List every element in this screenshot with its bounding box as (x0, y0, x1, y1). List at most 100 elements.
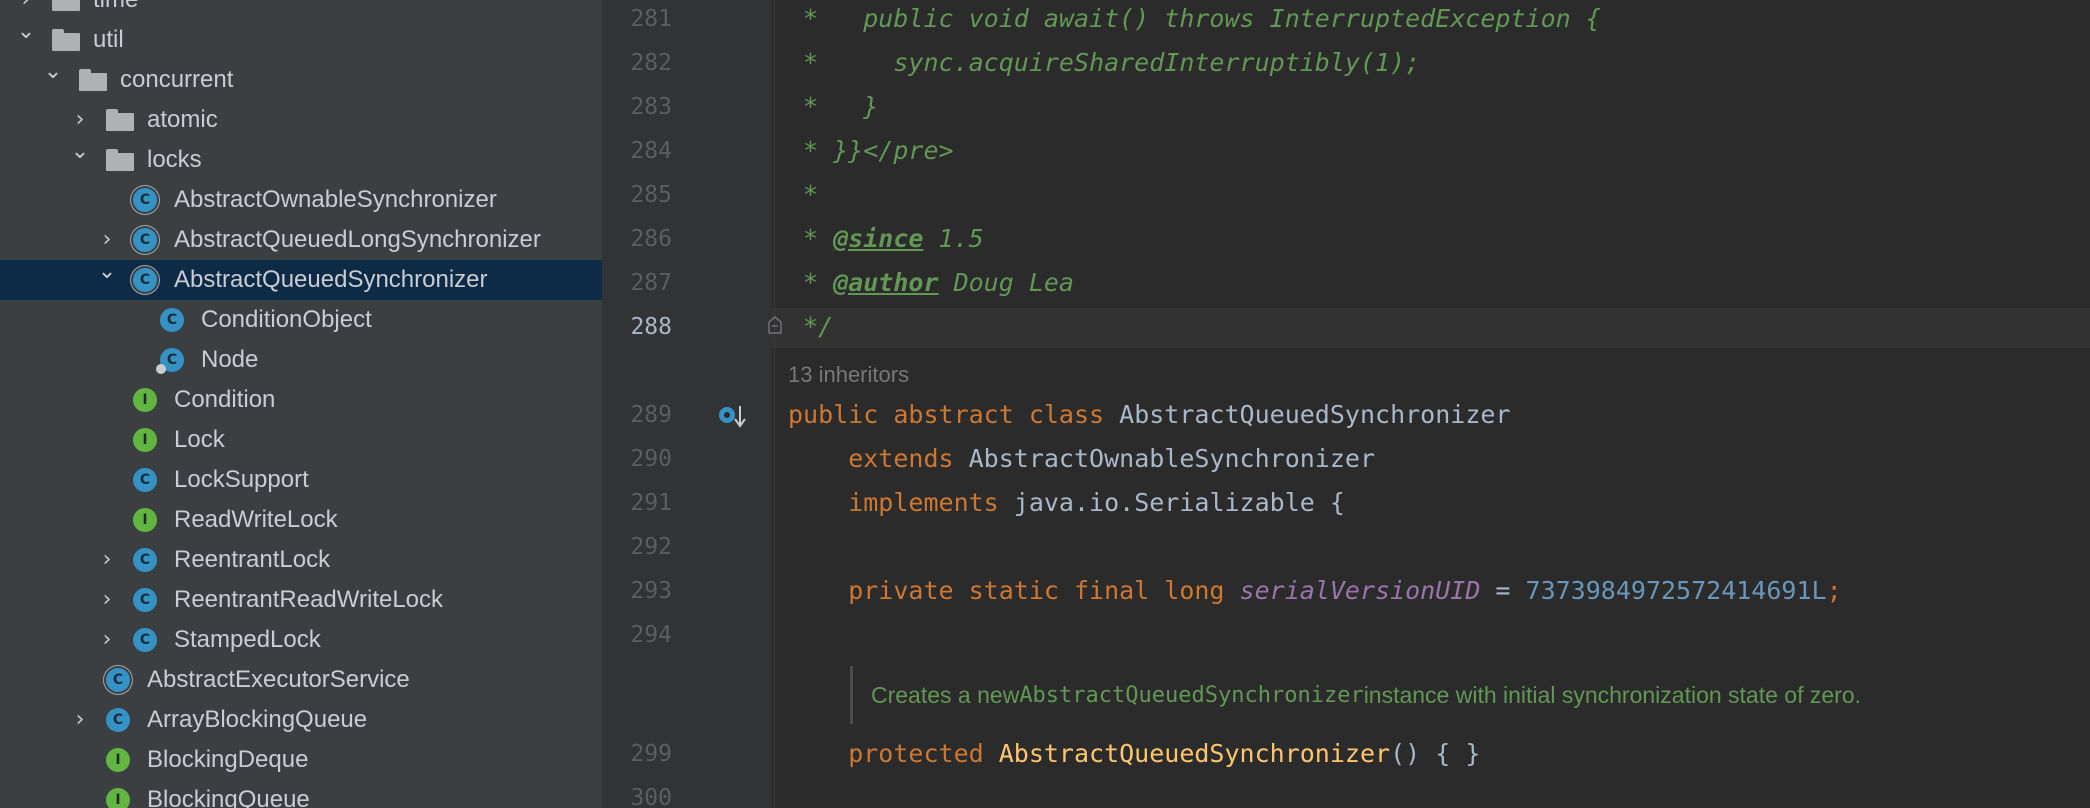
code-line: private static final long serialVersionU… (788, 576, 1842, 605)
tree-item[interactable]: › atomic (0, 100, 602, 140)
author-tag: @author (833, 268, 939, 297)
rendered-javadoc[interactable]: Creates a new AbstractQueuedSynchronizer… (850, 666, 1861, 724)
code-editor[interactable]: 281 282 283 284 285 286 287 288 289 290 … (602, 0, 2090, 808)
interface-icon: I (133, 428, 157, 452)
chevron-right-icon[interactable]: › (70, 709, 90, 731)
tree-item-label: AbstractExecutorService (147, 666, 410, 693)
inheritors-hint[interactable]: 13 inheritors (788, 362, 909, 388)
code-line: public abstract class AbstractQueuedSync… (788, 400, 1511, 429)
tree-item-label: ReadWriteLock (174, 506, 338, 533)
class-icon: C (106, 708, 130, 732)
chevron-right-icon[interactable]: › (70, 109, 90, 131)
chevron-down-icon[interactable]: ⌄ (97, 261, 117, 283)
tree-item-label: concurrent (120, 66, 234, 93)
gutter-separator (774, 0, 775, 808)
chevron-right-icon[interactable]: › (97, 549, 117, 571)
chevron-right-icon[interactable]: › (97, 629, 117, 651)
tree-item[interactable]: › C StampedLock (0, 620, 602, 660)
tree-item[interactable]: I ReadWriteLock (0, 500, 602, 540)
tree-item-label: atomic (147, 106, 218, 133)
chevron-right-icon[interactable]: › (97, 229, 117, 251)
tree-item-label: Lock (174, 426, 225, 453)
folder-icon (106, 149, 134, 171)
tree-item-label: BlockingDeque (147, 746, 309, 773)
project-tree[interactable]: › time ⌄ util ⌄ concurrent › atomic ⌄ locks C Abstr… (0, 0, 602, 808)
code-line: protected AbstractQueuedSynchronizer() {… (788, 739, 1481, 768)
tree-item-label: Node (201, 346, 259, 373)
since-tag: @since (833, 224, 924, 253)
chevron-down-icon[interactable]: ⌄ (16, 21, 36, 43)
class-name: AbstractQueuedSynchronizer (1119, 400, 1511, 429)
tree-item-label: StampedLock (174, 626, 321, 653)
implemented-down-arrow-icon[interactable] (718, 404, 746, 430)
abstract-class-icon: C (133, 188, 157, 212)
doc-comment-line: * sync.acquireSharedInterruptibly(1); (788, 48, 1421, 77)
chevron-down-icon[interactable]: ⌄ (70, 141, 90, 163)
tree-item-label: AbstractQueuedLongSynchronizer (174, 226, 541, 253)
tree-item[interactable]: C ConditionObject (0, 300, 602, 340)
line-number: 299 (630, 741, 672, 767)
line-number: 284 (630, 138, 672, 164)
interface-icon: I (106, 748, 130, 772)
tree-item-label: LockSupport (174, 466, 309, 493)
chevron-down-icon[interactable]: ⌄ (43, 61, 63, 83)
line-number: 283 (630, 94, 672, 120)
code-line: implements java.io.Serializable { (788, 488, 1345, 517)
tree-item[interactable]: ⌄ util (0, 20, 602, 60)
tree-item[interactable]: I BlockingDeque (0, 740, 602, 780)
tree-item-label: ConditionObject (201, 306, 372, 333)
tree-item-label: ReentrantReadWriteLock (174, 586, 444, 613)
line-number-current: 288 (630, 314, 672, 340)
line-number: 286 (630, 226, 672, 252)
tree-item[interactable]: I Lock (0, 420, 602, 460)
doc-comment-line: * public void await() throws Interrupted… (788, 4, 1601, 33)
tree-item[interactable]: › C AbstractQueuedLongSynchronizer (0, 220, 602, 260)
tree-item[interactable]: C AbstractOwnableSynchronizer (0, 180, 602, 220)
tree-item[interactable]: C Node (0, 340, 602, 380)
tree-item[interactable]: ⌄ C AbstractQueuedSynchronizer (0, 260, 602, 300)
folder-icon (52, 0, 80, 11)
line-number: 282 (630, 50, 672, 76)
tree-item-label: AbstractQueuedSynchronizer (174, 266, 488, 293)
nested-class-icon: C (156, 348, 184, 374)
tree-item-label: ArrayBlockingQueue (147, 706, 368, 733)
tree-item[interactable]: › C ReentrantLock (0, 540, 602, 580)
abstract-class-icon: C (133, 268, 157, 292)
tree-item-label: util (93, 26, 124, 53)
tree-item-label: time (93, 0, 138, 14)
tree-item-label: BlockingQueue (147, 786, 310, 808)
tree-item[interactable]: › C ArrayBlockingQueue (0, 700, 602, 740)
interface-icon: I (133, 508, 157, 532)
folder-icon (79, 69, 107, 91)
tree-item[interactable]: I Condition (0, 380, 602, 420)
tree-item[interactable]: ⌄ locks (0, 140, 602, 180)
tree-item[interactable]: › C ReentrantReadWriteLock (0, 580, 602, 620)
code-line: extends AbstractOwnableSynchronizer (788, 444, 1376, 473)
tree-item[interactable]: I BlockingQueue (0, 780, 602, 808)
chevron-right-icon[interactable]: › (97, 589, 117, 611)
doc-comment-line: * @author Doug Lea (788, 268, 1074, 297)
tree-item-label: locks (147, 146, 202, 173)
abstract-class-icon: C (106, 668, 130, 692)
line-number: 287 (630, 270, 672, 296)
class-icon: C (133, 628, 157, 652)
interface-icon: I (106, 788, 130, 808)
tree-item[interactable]: ⌄ concurrent (0, 60, 602, 100)
doc-comment-line: * (788, 180, 819, 209)
tree-item[interactable]: C LockSupport (0, 460, 602, 500)
chevron-right-icon[interactable]: › (16, 0, 36, 11)
line-number: 291 (630, 490, 672, 516)
class-icon: C (133, 468, 157, 492)
tree-item-label: AbstractOwnableSynchronizer (174, 186, 497, 213)
fold-marker-icon[interactable] (768, 316, 782, 334)
interface-icon: I (133, 388, 157, 412)
abstract-class-icon: C (133, 228, 157, 252)
doc-comment-line: * }}</pre> (788, 136, 954, 165)
tree-item[interactable]: › time (0, 0, 602, 20)
line-number: 293 (630, 578, 672, 604)
tree-item-label: Condition (174, 386, 276, 413)
tree-item[interactable]: C AbstractExecutorService (0, 660, 602, 700)
line-number: 300 (630, 785, 672, 808)
doc-comment-line: */ (788, 312, 834, 341)
tree-item-label: ReentrantLock (174, 546, 331, 573)
